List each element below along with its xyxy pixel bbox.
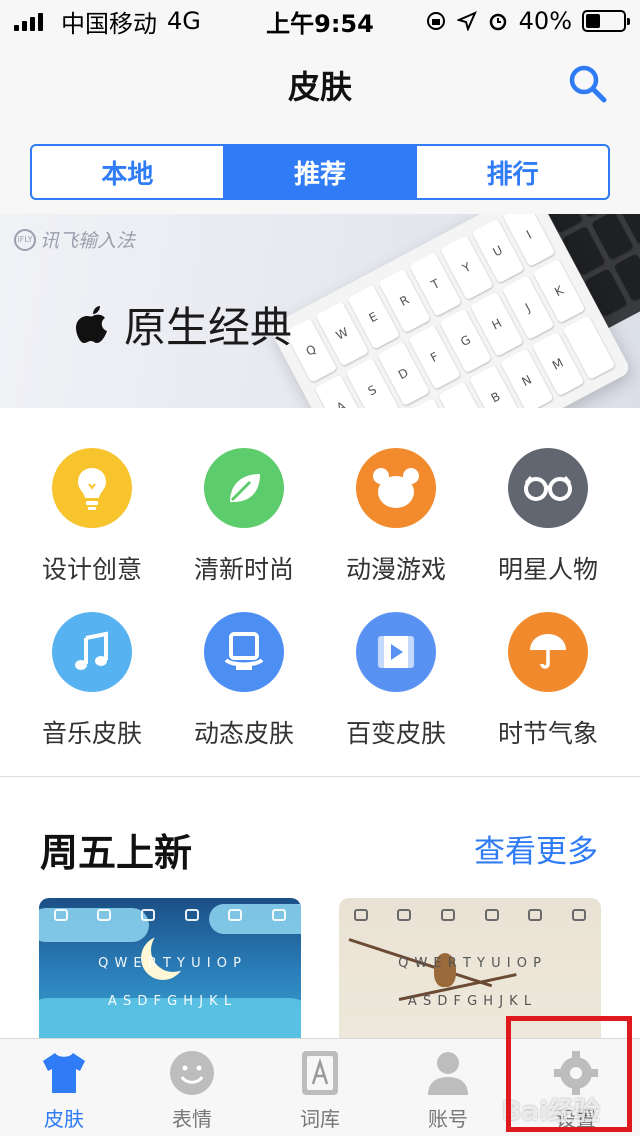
banner-title: 原生经典 <box>76 294 292 355</box>
tab-recommended[interactable]: 推荐 <box>222 146 416 198</box>
keyboard-toolbar <box>39 904 301 926</box>
orientation-lock-icon <box>426 12 445 30</box>
dictionary-icon <box>302 1051 338 1095</box>
battery-icon <box>582 10 630 32</box>
search-button[interactable] <box>566 62 610 106</box>
category-label: 清新时尚 <box>193 555 294 584</box>
category-label: 设计创意 <box>41 555 142 584</box>
segment-bar: 本地 推荐 排行 <box>0 128 640 214</box>
tshirt-icon <box>43 1053 85 1093</box>
toolbar-icon <box>184 909 199 921</box>
segmented-control: 本地 推荐 排行 <box>30 144 610 200</box>
tab-emoji[interactable]: 表情 <box>128 1039 256 1136</box>
toolbar-icon <box>97 909 112 921</box>
skin-page: 中国移动 4G 上午9:54 40% 皮肤 本地 推荐 排行 Q W E R T… <box>0 0 640 1136</box>
tab-label: 词库 <box>300 1107 340 1131</box>
tab-dictionary[interactable]: 词库 <box>256 1039 384 1136</box>
bear-icon <box>356 448 436 528</box>
category-label: 动漫游戏 <box>345 555 446 584</box>
category-animated[interactable]: 动态皮肤 <box>168 612 320 750</box>
category-variety[interactable]: 百变皮肤 <box>320 612 472 750</box>
leaf-icon <box>204 448 284 528</box>
animated-screen-icon <box>204 612 284 692</box>
glasses-icon <box>508 448 588 528</box>
toolbar-icon <box>53 909 68 921</box>
toolbar-icon <box>141 909 156 921</box>
banner-brand: iFLY 讯飞输入法 <box>14 226 135 253</box>
apple-icon <box>76 305 107 343</box>
person-icon <box>428 1052 468 1095</box>
category-celebrity[interactable]: 明星人物 <box>472 448 624 586</box>
emoji-icon <box>170 1051 214 1095</box>
banner-brand-label: 讯飞输入法 <box>40 230 136 252</box>
tab-label: 皮肤 <box>44 1107 84 1131</box>
toolbar-icon <box>397 909 412 921</box>
category-label: 音乐皮肤 <box>41 719 142 748</box>
section-title: 周五上新 <box>40 831 193 875</box>
night-sky-skin-card[interactable]: Q W E R T Y U I O P A S D F G H J K L <box>39 898 301 1058</box>
tab-skins[interactable]: 皮肤 <box>0 1039 128 1136</box>
search-icon <box>569 65 607 103</box>
network-label: 4G <box>167 7 201 35</box>
tab-local[interactable]: 本地 <box>32 146 223 198</box>
category-label: 动态皮肤 <box>193 719 294 748</box>
toolbar-icon <box>272 909 287 921</box>
keyboard-row: Q W E R T Y U I O P <box>398 956 542 971</box>
category-anime[interactable]: 动漫游戏 <box>320 448 472 586</box>
tab-ranking[interactable]: 排行 <box>415 146 608 198</box>
tab-account[interactable]: 账号 <box>384 1039 512 1136</box>
settings-highlight-box <box>506 1016 632 1132</box>
video-play-icon <box>356 612 436 692</box>
lightbulb-icon <box>52 448 132 528</box>
category-label: 时节气象 <box>497 719 598 748</box>
battery-level <box>586 14 601 28</box>
section-divider <box>0 776 640 777</box>
carrier-label: 中国移动 <box>61 9 157 38</box>
category-design[interactable]: 设计创意 <box>16 448 168 586</box>
category-label: 百变皮肤 <box>345 719 446 748</box>
ifly-logo-icon: iFLY <box>14 228 36 251</box>
battery-percent: 40% <box>518 7 572 35</box>
location-icon <box>456 11 477 31</box>
toolbar-icon <box>441 909 456 921</box>
keyboard-row: A S D F G H J K L <box>107 994 233 1009</box>
category-fresh[interactable]: 清新时尚 <box>168 448 320 586</box>
featured-banner[interactable]: QWERTYUI ASDFGHJK ZXCVBNM iFLY 讯飞输入法 原生经… <box>0 214 640 408</box>
keyboard-toolbar <box>339 904 601 926</box>
category-weather[interactable]: 时节气象 <box>472 612 624 750</box>
tab-label: 表情 <box>172 1107 212 1131</box>
toolbar-icon <box>572 909 587 921</box>
keyboard-row: Q W E R T Y U I O P <box>98 956 242 971</box>
umbrella-icon <box>508 612 588 692</box>
toolbar-icon <box>484 909 499 921</box>
keyboard-row: A S D F G H J K L <box>407 994 533 1009</box>
category-music[interactable]: 音乐皮肤 <box>16 612 168 750</box>
category-label: 明星人物 <box>497 555 598 584</box>
nav-header: 皮肤 <box>0 42 640 128</box>
see-more-link[interactable]: 查看更多 <box>474 826 598 871</box>
signal-icon <box>14 11 43 31</box>
toolbar-icon <box>353 909 368 921</box>
toolbar-icon <box>228 909 243 921</box>
tab-label: 账号 <box>428 1107 468 1131</box>
toolbar-icon <box>528 909 543 921</box>
banner-title-text: 原生经典 <box>124 303 293 352</box>
alarm-icon <box>489 13 506 31</box>
category-grid: 设计创意 清新时尚 动漫游戏 明星人物 音乐皮肤 动态皮肤 百变皮肤 时节气象 <box>0 408 640 776</box>
status-bar: 中国移动 4G 上午9:54 40% <box>0 0 640 42</box>
page-title: 皮肤 <box>287 68 352 106</box>
music-note-icon <box>52 612 132 692</box>
